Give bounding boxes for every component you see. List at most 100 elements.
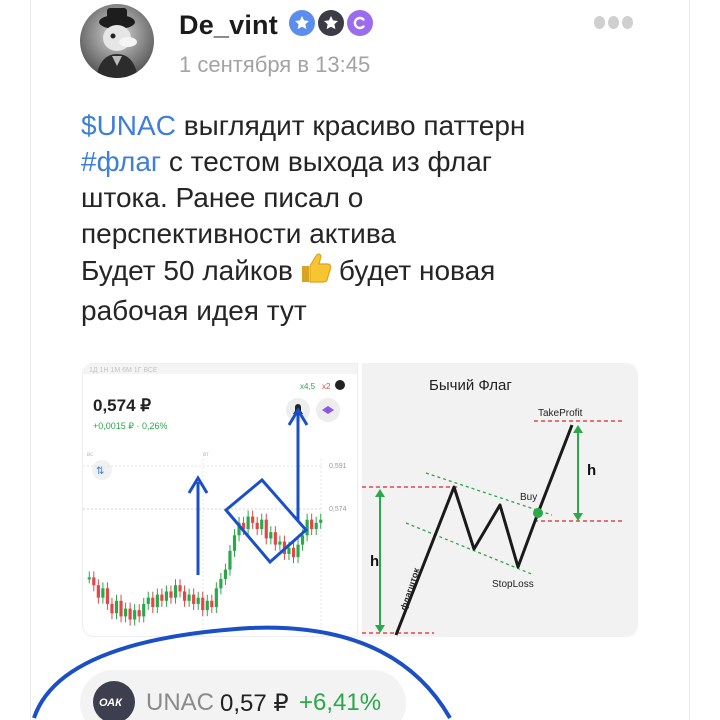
candle-body <box>251 516 255 523</box>
chip-x2: x2 <box>322 382 331 391</box>
grid-label: вс <box>87 452 93 458</box>
candle-body <box>178 585 182 592</box>
thumbs-up-icon <box>299 252 333 293</box>
candle-body <box>105 588 110 604</box>
candle-body <box>187 594 191 601</box>
card-border-right <box>689 0 690 720</box>
post-text-fragment: Будет 50 лайков <box>81 255 293 286</box>
candle-body <box>214 588 218 608</box>
chart-price: 0,574 ₽ <box>93 396 151 415</box>
attachment-image-chart[interactable]: 1Д 1Н 1М 6М 1Г ВСЕ 0,574 ₽ +0,0015 ₽ · 0… <box>82 363 358 637</box>
candlestick-series <box>87 510 323 626</box>
candle-body <box>119 600 123 617</box>
author-badges <box>289 10 373 36</box>
attachment-image-bull-flag[interactable]: Бычий Флаг h h Buy TakeProfit StopLoss ф… <box>362 363 638 637</box>
candle-body <box>201 597 205 611</box>
candle-body <box>219 578 223 589</box>
axis-label: 0,591 <box>329 463 347 470</box>
candle-body <box>291 547 296 558</box>
candle-body <box>128 608 132 620</box>
candle-body <box>278 541 282 545</box>
height-label-right: h <box>587 462 596 479</box>
post-text-line: #флаг с тестом выхода из флаг <box>81 144 641 180</box>
candle-body <box>142 603 146 617</box>
post-text-fragment: выглядит красиво паттерн <box>175 110 526 141</box>
candle-body <box>264 519 268 539</box>
candle-body <box>232 535 237 551</box>
post-date: 1 сентября в 13:45 <box>179 52 371 77</box>
card-border-left <box>30 0 31 720</box>
candle-body <box>123 608 128 617</box>
more-dots-icon[interactable] <box>594 16 633 29</box>
candle-body <box>182 591 187 601</box>
post-text-line: штока. Ранее писал о <box>81 182 364 213</box>
timeframe-tabs: 1Д 1Н 1М 6М 1Г ВСЕ <box>89 367 158 374</box>
post-text-fragment: с тестом выхода из флаг <box>161 146 493 177</box>
height-label-left: h <box>370 553 379 570</box>
candle-body <box>160 594 164 601</box>
candle-body <box>92 577 96 586</box>
avatar-illustration <box>96 8 138 78</box>
candle-body <box>296 544 300 558</box>
pole-label: флагшток <box>398 566 421 611</box>
candle-body <box>169 591 173 598</box>
candle-body <box>241 522 246 530</box>
diagram-title: Бычий Флаг <box>429 377 512 394</box>
company-logo-text: ОАК <box>99 697 123 709</box>
post-text-line: рабочая идея тут <box>81 295 307 326</box>
candle-body <box>133 610 137 620</box>
candle-body <box>146 597 150 604</box>
candle-body <box>164 591 169 601</box>
post-text: $UNAC выглядит красиво паттерн #флаг с т… <box>81 108 641 329</box>
candle-body <box>310 519 314 530</box>
chart-screenshot: 1Д 1Н 1М 6М 1Г ВСЕ 0,574 ₽ +0,0015 ₽ · 0… <box>83 364 357 636</box>
author-avatar[interactable] <box>80 4 154 78</box>
candle-body <box>155 594 159 608</box>
chip-x45: x4,5 <box>300 382 316 391</box>
candle-body <box>246 516 250 530</box>
ticker-link[interactable]: $UNAC <box>81 110 176 141</box>
post-text-line: $UNAC выглядит красиво паттерн <box>81 108 641 144</box>
axis-label: 0,574 <box>329 506 347 513</box>
candle-body <box>300 535 305 545</box>
candle-body <box>96 585 100 598</box>
candle-body <box>228 550 232 570</box>
svg-text:⇅: ⇅ <box>96 466 104 477</box>
candle-body <box>269 532 273 539</box>
candle-body <box>287 547 291 554</box>
ticker-change: +6,41% <box>299 689 382 716</box>
post-text-line: перспективности актива <box>81 218 396 249</box>
candle-body <box>151 597 155 608</box>
candle-body <box>87 577 91 580</box>
candle-body <box>192 594 196 604</box>
star-badge-icon <box>318 10 344 36</box>
chart-change: +0,0015 ₽ · 0,26% <box>93 421 168 431</box>
post-text-line: Будет 50 лайков будет новая <box>81 252 641 293</box>
candle-body <box>205 600 209 611</box>
bull-flag-diagram: Бычий Флаг h h Buy TakeProfit StopLoss ф… <box>362 377 622 636</box>
candle-body <box>314 522 318 530</box>
candle-body <box>260 519 264 530</box>
candle-body <box>282 541 287 554</box>
ticker-symbol: UNAC <box>146 689 215 716</box>
company-logo-icon: ОАК <box>93 681 135 720</box>
candle-body <box>223 569 228 579</box>
take-profit-label: TakeProfit <box>538 408 583 419</box>
grid-label: вт <box>203 452 209 458</box>
c-badge-icon <box>347 10 373 36</box>
star-badge-icon <box>289 10 315 36</box>
candle-body <box>255 522 259 530</box>
candle-body <box>101 588 105 598</box>
stop-loss-label: StopLoss <box>492 579 534 590</box>
ticker-price: 0,57 ₽ <box>220 690 289 717</box>
hashtag-link[interactable]: #флаг <box>81 146 161 177</box>
candle-body <box>196 597 200 604</box>
candle-body <box>237 522 241 536</box>
buy-label: Buy <box>520 492 537 503</box>
candle-body <box>273 532 277 545</box>
candle-body <box>210 600 214 608</box>
author-name[interactable]: De_vint <box>179 10 278 41</box>
candle-body <box>319 519 323 523</box>
candle-body <box>173 585 178 598</box>
candle-body <box>114 600 119 614</box>
